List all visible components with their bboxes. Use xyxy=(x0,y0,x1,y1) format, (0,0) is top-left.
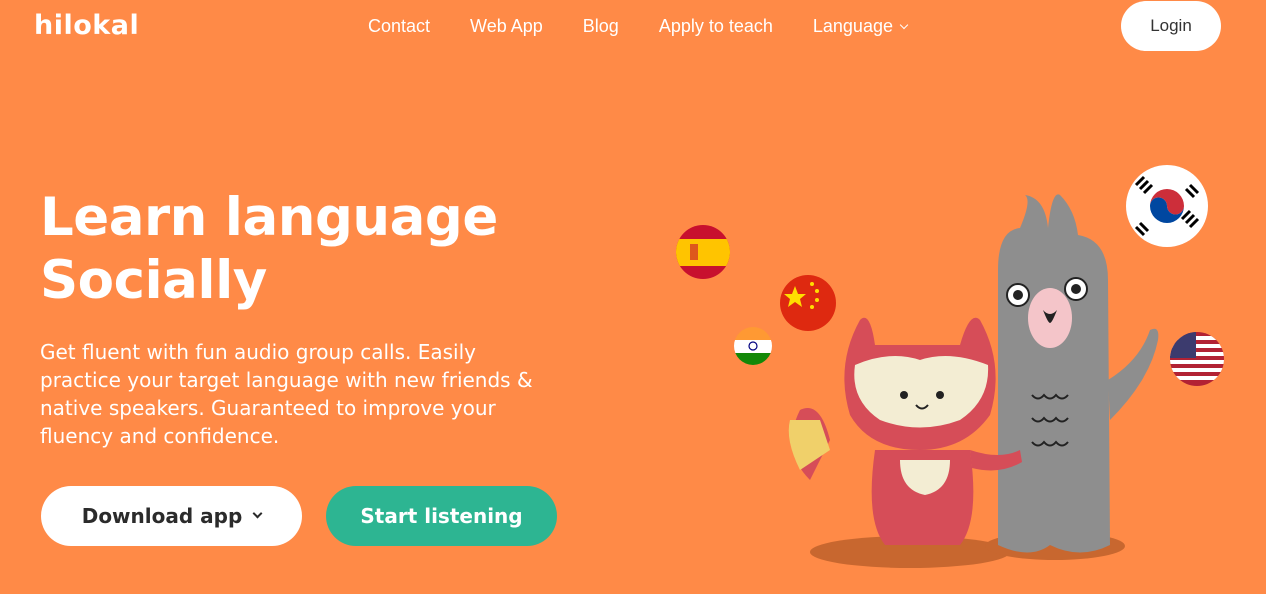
nav-apply-to-teach[interactable]: Apply to teach xyxy=(659,16,773,37)
hero-headline: Learn language Socially xyxy=(40,186,498,312)
hero-illustration xyxy=(676,165,1224,568)
llama-arm xyxy=(1108,328,1159,420)
india-flag-icon xyxy=(734,327,772,365)
china-flag-icon xyxy=(780,275,836,331)
download-app-label: Download app xyxy=(81,504,243,528)
nav-blog[interactable]: Blog xyxy=(583,16,619,37)
usa-flag-icon xyxy=(1170,332,1224,386)
fox-mascot xyxy=(788,317,1022,545)
chevron-down-icon xyxy=(252,508,263,519)
headline-line-1: Learn language xyxy=(40,187,498,248)
headline-line-2: Socially xyxy=(40,250,267,311)
hilokal-logo[interactable]: hilokal xyxy=(34,10,139,41)
download-app-button[interactable]: Download app xyxy=(41,486,302,546)
nav-contact[interactable]: Contact xyxy=(368,16,430,37)
llama-mascot xyxy=(998,194,1159,553)
top-nav: Contact Web App Blog Apply to teach Lang… xyxy=(368,16,947,37)
spain-flag-icon xyxy=(676,225,730,279)
nav-language-dropdown[interactable]: Language xyxy=(812,16,909,37)
korea-flag-icon xyxy=(1126,165,1208,247)
language-label: Language xyxy=(812,16,893,36)
chevron-down-icon xyxy=(899,20,909,30)
start-listening-button[interactable]: Start listening xyxy=(326,486,557,546)
login-button[interactable]: Login xyxy=(1121,1,1221,51)
nav-web-app[interactable]: Web App xyxy=(470,16,543,37)
hero-subtitle: Get fluent with fun audio group calls. E… xyxy=(40,340,533,448)
